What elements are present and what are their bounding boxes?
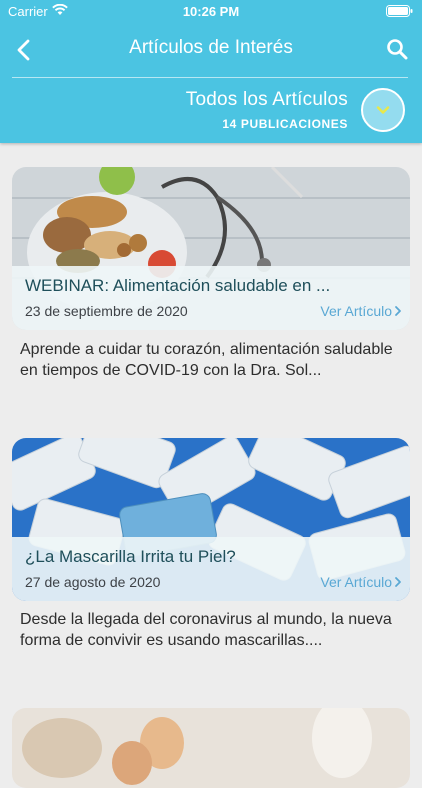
article-excerpt: Desde la llegada del coronavirus al mund…	[20, 611, 392, 649]
battery-icon	[386, 5, 413, 17]
article-title[interactable]: ¿La Mascarilla Irrita tu Piel?	[25, 547, 355, 567]
article-excerpt: Aprende a cuidar tu corazón, alimentació…	[20, 341, 393, 379]
article-card[interactable]	[12, 708, 410, 788]
filter-dropdown-button[interactable]	[361, 88, 405, 132]
article-date: 23 de septiembre de 2020	[25, 303, 188, 319]
search-icon[interactable]	[386, 38, 408, 60]
article-title[interactable]: WEBINAR: Alimentación saludable en ...	[25, 276, 355, 296]
nav-divider	[12, 77, 408, 78]
article-image-eggs	[12, 708, 410, 788]
status-time: 10:26 PM	[182, 4, 240, 19]
article-info-panel: ¿La Mascarilla Irrita tu Piel? 27 de ago…	[12, 537, 410, 601]
status-bar: Carrier 10:26 PM	[0, 0, 422, 22]
article-info-panel: WEBINAR: Alimentación saludable en ... 2…	[12, 266, 410, 330]
filter-title[interactable]: Todos los Artículos	[186, 89, 348, 111]
chevron-right-icon	[395, 306, 401, 316]
page-title: Artículos de Interés	[129, 37, 293, 58]
read-article-link[interactable]: Ver Artículo	[320, 574, 392, 590]
chevron-down-icon	[376, 106, 390, 114]
chevron-right-icon	[395, 577, 401, 587]
header: Carrier 10:26 PM Artículos de Interés To…	[0, 0, 422, 143]
article-date: 27 de agosto de 2020	[25, 574, 161, 590]
navigation-bar: Artículos de Interés	[0, 22, 422, 78]
article-card[interactable]: ¿La Mascarilla Irrita tu Piel? 27 de ago…	[12, 438, 410, 601]
article-card[interactable]: WEBINAR: Alimentación saludable en ... 2…	[12, 167, 410, 330]
publication-count: 14 PUBLICACIONES	[222, 117, 348, 131]
read-article-link[interactable]: Ver Artículo	[320, 303, 392, 319]
